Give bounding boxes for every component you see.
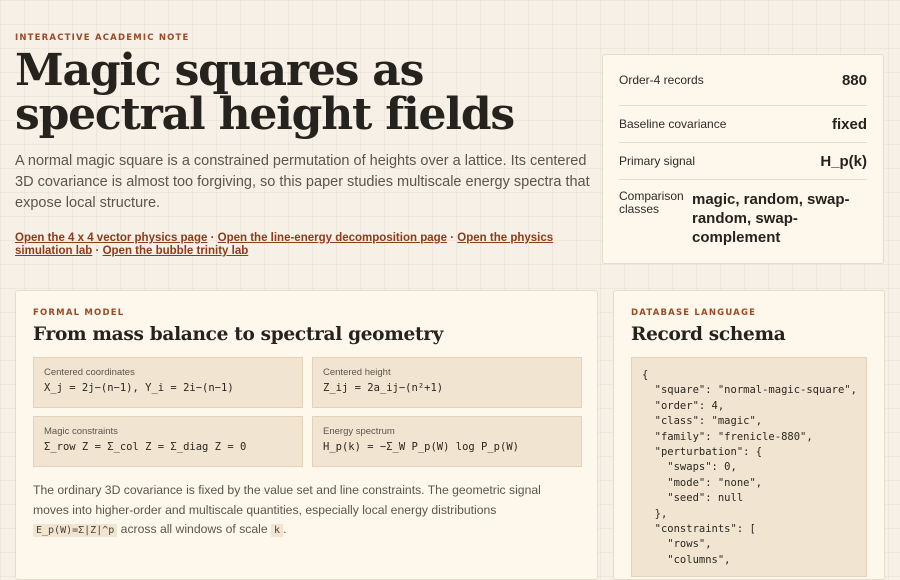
formula-cell-coordinates: Centered coordinates X_j = 2j−(n−1), Y_i… — [33, 357, 303, 408]
formula-label: Centered coordinates — [44, 367, 135, 378]
hero-eyebrow: INTERACTIVE ACADEMIC NOTE — [15, 33, 190, 43]
related-links: Open the 4 x 4 vector physics page · Ope… — [15, 232, 575, 258]
stat-value: fixed — [831, 115, 867, 133]
stat-value: magic, random, swap-random, swap-complem… — [692, 191, 850, 246]
stat-label: Baseline covariance — [619, 117, 727, 131]
formula-cell-constraints: Magic constraints Σ_row Z = Σ_col Z = Σ_… — [33, 416, 303, 467]
inline-code-energy: E_p(W)=Σ|Z|^p — [33, 524, 118, 537]
schema-code: { "square": "normal-magic-square", "orde… — [642, 369, 857, 566]
card-title: From mass balance to spectral geometry — [33, 324, 444, 345]
formula-label: Energy spectrum — [323, 426, 395, 437]
card-title: Record schema — [631, 324, 786, 345]
stat-row-signal: Primary signal H_p(k) — [619, 143, 867, 180]
formula-cell-spectrum: Energy spectrum H_p(k) = −Σ_W P_p(W) log… — [312, 416, 582, 467]
formula-label: Magic constraints — [44, 426, 118, 437]
link-separator: · — [210, 232, 215, 244]
formula-grid: Centered coordinates X_j = 2j−(n−1), Y_i… — [33, 357, 582, 467]
model-description: The ordinary 3D covariance is fixed by t… — [33, 481, 573, 541]
body-text-part: . — [283, 522, 287, 536]
stat-row-covariance: Baseline covariance fixed — [619, 106, 867, 143]
stat-value: 880 — [841, 71, 867, 89]
formula-text: Z_ij = 2a_ij−(n²+1) — [323, 382, 444, 394]
record-schema-card: DATABASE LANGUAGE Record schema { "squar… — [613, 290, 885, 580]
body-text-part: across all windows of scale — [117, 522, 272, 536]
card-eyebrow: DATABASE LANGUAGE — [631, 308, 757, 318]
stat-label: Comparison classes — [619, 189, 684, 216]
stat-row-records: Order-4 records 880 — [619, 55, 867, 106]
link-line-energy-page[interactable]: Open the line-energy decomposition page — [218, 232, 447, 244]
link-separator: · — [95, 245, 100, 257]
card-eyebrow: FORMAL MODEL — [33, 308, 125, 318]
lede-paragraph: A normal magic square is a constrained p… — [15, 153, 590, 211]
formula-text: H_p(k) = −Σ_W P_p(W) log P_p(W) — [323, 441, 519, 453]
stat-row-classes: Comparison classes magic, random, swap-r… — [619, 180, 867, 247]
link-separator: · — [450, 232, 455, 244]
formula-text: X_j = 2j−(n−1), Y_i = 2i−(n−1) — [44, 382, 234, 394]
formal-model-card: FORMAL MODEL From mass balance to spectr… — [15, 290, 598, 580]
stat-label: Primary signal — [619, 154, 696, 168]
hero-section: INTERACTIVE ACADEMIC NOTE Magic squares … — [15, 33, 590, 258]
inline-code-scale: k — [271, 524, 284, 537]
stats-panel: Order-4 records 880 Baseline covariance … — [602, 54, 884, 264]
body-text-part: The ordinary 3D covariance is fixed by t… — [33, 483, 541, 517]
formula-text: Σ_row Z = Σ_col Z = Σ_diag Z = 0 — [44, 441, 247, 453]
stat-value: H_p(k) — [820, 152, 867, 170]
page-title: Magic squares as spectral height fields — [15, 49, 590, 137]
schema-code-block[interactable]: { "square": "normal-magic-square", "orde… — [631, 357, 867, 577]
link-vector-physics-page[interactable]: Open the 4 x 4 vector physics page — [15, 232, 207, 244]
link-bubble-trinity-lab[interactable]: Open the bubble trinity lab — [103, 245, 249, 257]
formula-label: Centered height — [323, 367, 391, 378]
stat-label: Order-4 records — [619, 73, 704, 87]
formula-cell-height: Centered height Z_ij = 2a_ij−(n²+1) — [312, 357, 582, 408]
page-title-line-2: spectral height fields — [15, 89, 515, 140]
